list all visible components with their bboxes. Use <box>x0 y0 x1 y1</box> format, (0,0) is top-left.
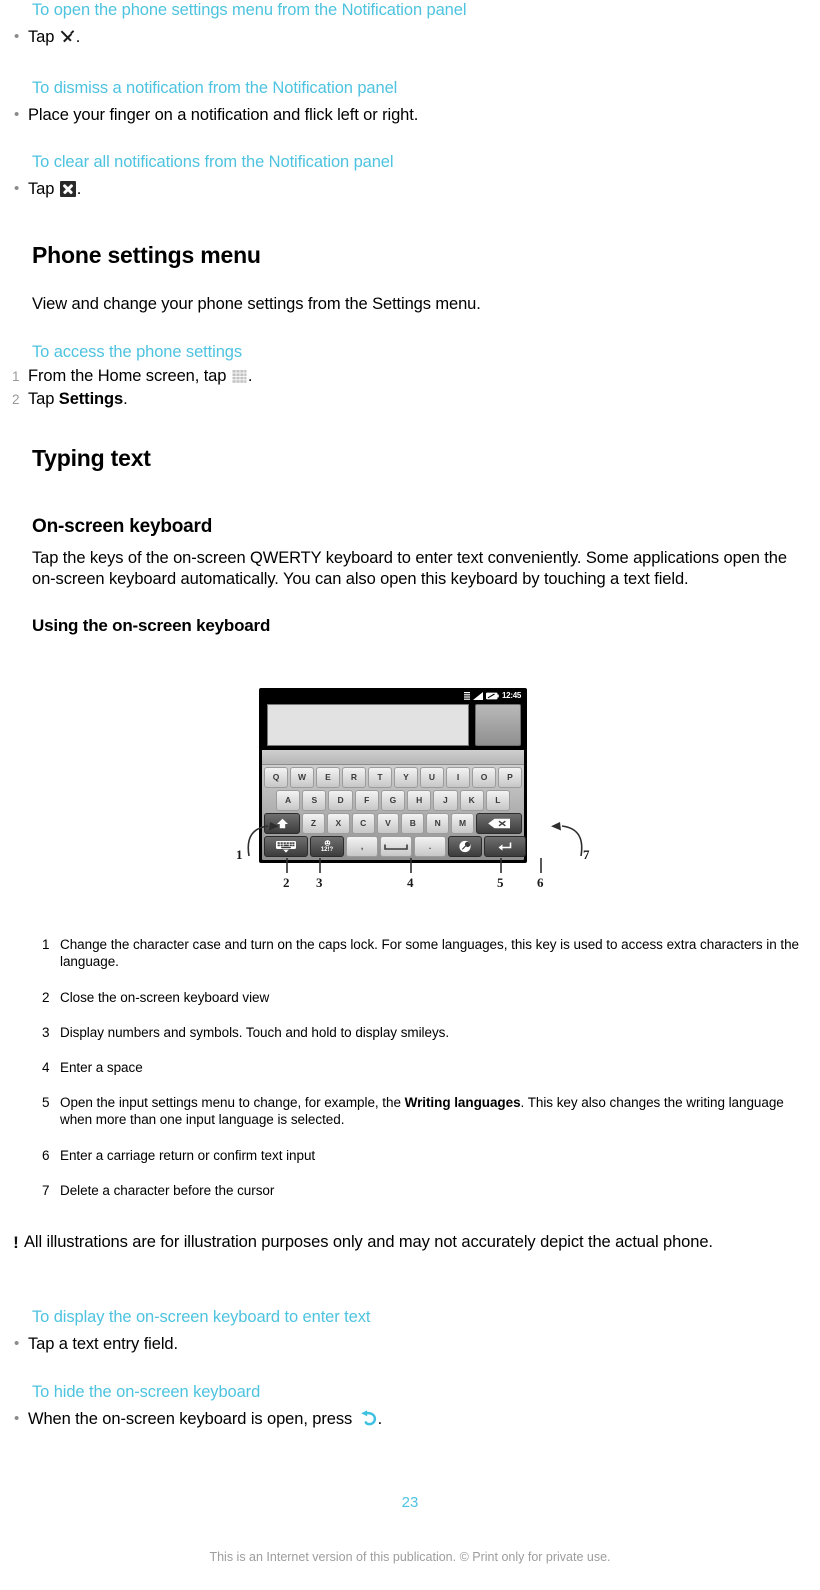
bullet-step: • Tap a text entry field. <box>14 1333 798 1355</box>
legend-item: 2 Close the on-screen keyboard view <box>42 989 802 1006</box>
task-heading: To clear all notifications from the Noti… <box>32 153 394 171</box>
legend-number: 2 <box>42 990 50 1005</box>
callout-number-3: 3 <box>316 875 323 890</box>
section-typing-text: Typing text On-screen keyboard Tap the k… <box>32 445 798 636</box>
task-heading: To display the on-screen keyboard to ent… <box>32 1308 371 1326</box>
step-text-prefix: Tap <box>28 389 59 408</box>
legend-number: 7 <box>42 1183 50 1198</box>
step-number: 1 <box>12 368 20 384</box>
step-text-suffix: . <box>377 1410 383 1428</box>
section-intro: View and change your phone settings from… <box>32 295 481 313</box>
task-heading: To dismiss a notification from the Notif… <box>32 79 398 97</box>
legend-text-prefix: Open the input settings menu to change, … <box>60 1095 405 1110</box>
subsection-title-onscreen-keyboard: On-screen keyboard <box>32 516 213 537</box>
step-text: From the Home screen, tap . <box>28 365 252 388</box>
exclamation-icon: ! <box>13 1233 19 1252</box>
callout-number-5: 5 <box>497 875 504 890</box>
callout-number-2: 2 <box>283 875 290 890</box>
callout-number-4: 4 <box>407 875 414 890</box>
bullet-step-text: Tap a text entry field. <box>28 1335 178 1353</box>
legend-text: Open the input settings menu to change, … <box>60 1094 802 1128</box>
bullet-dot: • <box>14 1410 20 1427</box>
step-text-suffix: . <box>123 389 128 408</box>
legend-text: Close the on-screen keyboard view <box>60 990 270 1005</box>
step-text-prefix: Tap <box>28 180 59 198</box>
callout-number-6: 6 <box>537 875 544 890</box>
legend-item: 4 Enter a space <box>42 1059 802 1076</box>
task-heading: To access the phone settings <box>32 342 243 361</box>
task-block-clear-notifications: To clear all notifications from the Noti… <box>14 152 798 200</box>
bullet-step: • When the on-screen keyboard is open, p… <box>14 1408 798 1430</box>
task-block-hide-keyboard: To hide the on-screen keyboard • When th… <box>14 1382 798 1430</box>
legend-item: 5 Open the input settings menu to change… <box>42 1094 802 1128</box>
bullet-step-text: When the on-screen keyboard is open, pre… <box>28 1408 382 1430</box>
note-row: ! All illustrations are for illustration… <box>13 1232 792 1253</box>
page-number: 23 <box>401 1494 419 1511</box>
bullet-step: • Place your finger on a notification an… <box>14 104 798 126</box>
task-heading: To open the phone settings menu from the… <box>32 1 467 19</box>
task-block-display-keyboard: To display the on-screen keyboard to ent… <box>14 1307 798 1355</box>
section-title: Typing text <box>32 445 151 471</box>
keyboard-legend: 1 Change the character case and turn on … <box>42 936 802 1199</box>
step-text: Tap Settings. <box>28 388 128 411</box>
section-title: Phone settings menu <box>32 242 261 268</box>
callout-number-1: 1 <box>236 847 243 862</box>
legend-text: Enter a space <box>60 1060 143 1075</box>
app-grid-icon <box>232 368 247 383</box>
task-block-open-settings: To open the phone settings menu from the… <box>14 0 798 48</box>
numbered-step: 2 Tap Settings. <box>12 388 798 411</box>
section-phone-settings: Phone settings menu View and change your… <box>12 242 798 411</box>
legend-item: 7 Delete a character before the cursor <box>42 1182 802 1199</box>
numbered-step: 1 From the Home screen, tap . <box>12 365 798 388</box>
callout-number-7: 7 <box>583 847 590 862</box>
keyboard-figure: 12:45 Q W E R T Y U I O P A S D F G H J … <box>0 688 820 913</box>
legend-text-bold: Writing languages <box>404 1095 521 1110</box>
note-text: All illustrations are for illustration p… <box>24 1233 713 1251</box>
tool-icon <box>60 28 75 43</box>
step-text-prefix: When the on-screen keyboard is open, pre… <box>28 1410 357 1428</box>
bullet-step-text: Place your finger on a notification and … <box>28 106 419 124</box>
bullet-dot: • <box>14 28 20 45</box>
step-text-suffix: . <box>247 366 253 385</box>
legend-item: 1 Change the character case and turn on … <box>42 936 802 970</box>
legend-item: 6 Enter a carriage return or confirm tex… <box>42 1147 802 1164</box>
task-heading: To hide the on-screen keyboard <box>32 1383 261 1401</box>
step-number: 2 <box>12 391 20 407</box>
document-page: To open the phone settings menu from the… <box>0 0 820 1590</box>
clear-all-icon <box>59 181 76 197</box>
bullet-step-text: Tap . <box>28 178 81 200</box>
legend-number: 6 <box>42 1148 50 1163</box>
step-text-bold: Settings <box>58 389 124 408</box>
subsection-title-using-keyboard: Using the on-screen keyboard <box>32 616 271 635</box>
step-text-prefix: Tap <box>28 28 59 46</box>
back-arrow-icon <box>358 1410 377 1427</box>
legend-text: Display numbers and symbols. Touch and h… <box>60 1025 450 1040</box>
step-text-suffix: . <box>75 28 81 46</box>
legend-text: Delete a character before the cursor <box>60 1183 275 1198</box>
legend-number: 4 <box>42 1060 50 1075</box>
footer-note: This is an Internet version of this publ… <box>209 1550 611 1564</box>
bullet-step: • Tap . <box>14 26 798 48</box>
step-text-suffix: . <box>76 180 82 198</box>
bullet-dot: • <box>14 180 20 197</box>
legend-text: Enter a carriage return or confirm text … <box>60 1148 316 1163</box>
step-text-prefix: From the Home screen, tap <box>28 366 231 385</box>
note-callout: ! All illustrations are for illustration… <box>13 1232 792 1253</box>
legend-text: Change the character case and turn on th… <box>60 937 800 969</box>
bullet-step-text: Tap . <box>28 26 80 48</box>
bullet-dot: • <box>14 1335 20 1352</box>
legend-item: 3 Display numbers and symbols. Touch and… <box>42 1024 802 1041</box>
legend-number: 5 <box>42 1095 50 1110</box>
bullet-step: • Tap . <box>14 178 798 200</box>
task-block-dismiss-notification: To dismiss a notification from the Notif… <box>14 78 798 126</box>
bullet-dot: • <box>14 106 20 123</box>
legend-number: 3 <box>42 1025 50 1040</box>
legend-number: 1 <box>42 937 50 952</box>
onscreen-keyboard-paragraph: Tap the keys of the on-screen QWERTY key… <box>32 549 787 588</box>
